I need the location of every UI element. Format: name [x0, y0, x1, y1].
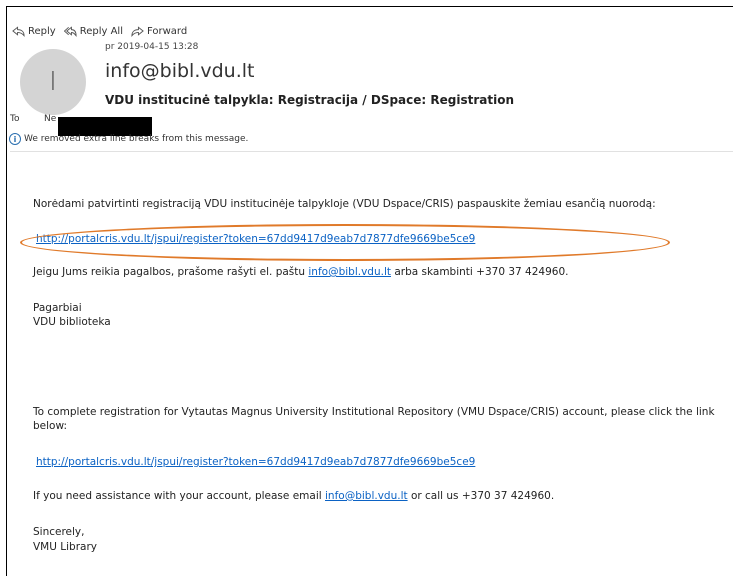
reply-all-icon	[63, 26, 77, 37]
lt-help-post: arba skambinti +370 37 424960.	[391, 266, 569, 278]
en-intro-cont: below:	[33, 420, 68, 432]
to-label: To	[10, 114, 20, 124]
avatar-initial: I	[49, 67, 57, 97]
to-recipient[interactable]: Ne	[44, 114, 56, 124]
reply-label: Reply	[28, 26, 56, 37]
highlight-oval	[20, 224, 670, 261]
email-subject: VDU institucinė talpykla: Registracija /…	[105, 93, 514, 107]
en-intro: To complete registration for Vytautas Ma…	[33, 406, 715, 418]
en-register-link[interactable]: http://portalcris.vdu.lt/jspui/register?…	[36, 456, 475, 468]
lt-help-pre: Jeigu Jums reikia pagalbos, prašome rašy…	[33, 266, 309, 278]
header-divider	[10, 151, 733, 152]
en-signature: VMU Library	[33, 541, 97, 553]
lt-signature: VDU biblioteka	[33, 316, 111, 328]
info-icon: i	[9, 133, 21, 145]
forward-button[interactable]: Forward	[131, 26, 187, 37]
message-notice: i We removed extra line breaks from this…	[9, 133, 248, 145]
reply-all-label: Reply All	[79, 26, 123, 37]
lt-help-line: Jeigu Jums reikia pagalbos, prašome rašy…	[33, 266, 568, 278]
reply-button[interactable]: Reply	[12, 26, 56, 37]
en-help-email-link[interactable]: info@bibl.vdu.lt	[325, 490, 408, 502]
reply-all-button[interactable]: Reply All	[63, 26, 123, 37]
forward-label: Forward	[146, 26, 188, 37]
forward-icon	[131, 26, 144, 37]
notice-text: We removed extra line breaks from this m…	[24, 134, 249, 144]
sent-date: pr 2019-04-15 13:28	[105, 42, 199, 52]
lt-regards: Pagarbiai	[33, 302, 82, 314]
lt-help-email-link[interactable]: info@bibl.vdu.lt	[308, 266, 391, 278]
avatar: I	[20, 49, 86, 115]
lt-intro: Norėdami patvirtinti registraciją VDU in…	[33, 198, 656, 210]
en-help-line: If you need assistance with your account…	[33, 490, 554, 502]
message-actions: Reply Reply All Forward	[12, 26, 187, 37]
sender-address[interactable]: info@bibl.vdu.lt	[105, 60, 254, 82]
reply-icon	[12, 26, 25, 37]
en-help-pre: If you need assistance with your account…	[33, 490, 325, 502]
en-regards: Sincerely,	[33, 526, 85, 538]
en-help-post: or call us +370 37 424960.	[407, 490, 555, 502]
